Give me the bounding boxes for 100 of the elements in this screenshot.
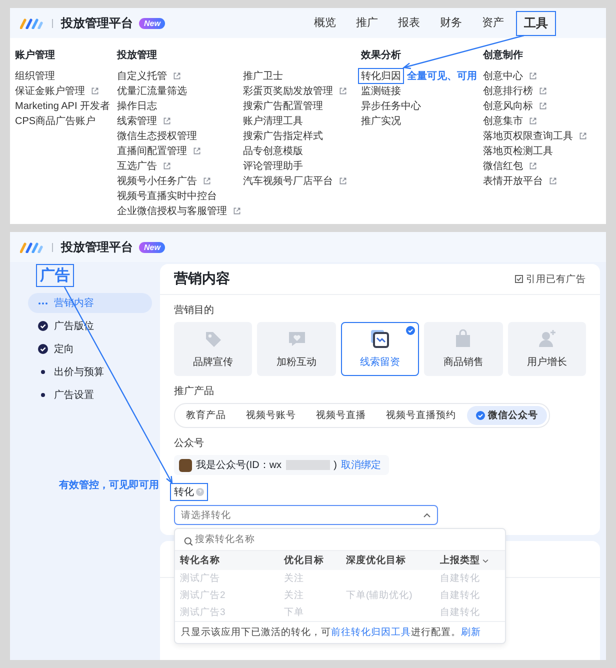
step-label: 出价与预算 bbox=[54, 366, 104, 379]
attribution-tool-link[interactable]: 前往转化归因工具 bbox=[331, 627, 411, 638]
column-header: 优化目标 bbox=[279, 551, 341, 570]
product-tab[interactable]: 视频号直播 bbox=[307, 406, 375, 425]
search-icon bbox=[184, 537, 193, 546]
external-link-icon bbox=[163, 116, 171, 124]
table-cell-text: 关注 bbox=[283, 589, 305, 603]
menu-link[interactable]: 创意风向标 bbox=[480, 98, 536, 114]
external-link-icon bbox=[233, 206, 241, 214]
menu-link[interactable]: Marketing API 开发者 bbox=[12, 98, 114, 114]
annotation-text: 有效管控，可见即可用 bbox=[59, 478, 159, 492]
menu-link[interactable]: 微信红包 bbox=[480, 158, 526, 174]
nav-tab[interactable]: 概览 bbox=[306, 10, 344, 36]
menu-link[interactable]: 创意集市 bbox=[480, 112, 526, 128]
menu-link[interactable]: 搜索广告指定样式 bbox=[240, 128, 326, 144]
step-item[interactable]: 出价与预算 bbox=[28, 362, 152, 382]
platform-title: 投放管理平台 bbox=[61, 14, 133, 32]
menu-heading: 账户管理 bbox=[15, 48, 56, 62]
menu-link[interactable]: 视频号直播实时中控台 bbox=[114, 188, 220, 204]
nav-tab[interactable]: 资产 bbox=[474, 10, 512, 36]
account-name-end: ) bbox=[334, 460, 337, 470]
external-link-icon bbox=[539, 86, 547, 94]
nav-tab[interactable]: 工具 bbox=[516, 10, 556, 36]
table-cell-text: 自建转化 bbox=[439, 606, 481, 620]
step-dot bbox=[41, 393, 45, 397]
menu-link[interactable]: 自定义托管 bbox=[114, 68, 170, 84]
field-label: 公众号 bbox=[174, 437, 205, 450]
platform-title: 投放管理平台 bbox=[61, 238, 133, 256]
menu-link[interactable]: 直播间配置管理 bbox=[114, 142, 190, 158]
unbind-link[interactable]: 取消绑定 bbox=[340, 458, 381, 472]
column-header[interactable]: 上报类型 bbox=[435, 551, 505, 570]
menu-link[interactable]: 账户清理工具 bbox=[240, 112, 306, 128]
table-cell-text: 测试广告2 bbox=[179, 589, 226, 603]
menu-link[interactable]: 推广实况 bbox=[358, 112, 404, 128]
menu-link[interactable]: 表情开放平台 bbox=[480, 172, 546, 188]
footer-note: 只显示该应用下已激活的转化，可前往转化归因工具进行配置。刷新 bbox=[175, 621, 505, 643]
menu-link[interactable]: 落地页检测工具 bbox=[480, 142, 556, 158]
step-item[interactable]: 定向 bbox=[28, 339, 152, 359]
table-cell-text: 自建转化 bbox=[439, 572, 481, 586]
form-icon bbox=[370, 329, 390, 349]
goal-option[interactable]: 加粉互动 bbox=[257, 322, 336, 376]
logo-icon bbox=[20, 17, 44, 29]
tag-icon bbox=[203, 329, 224, 349]
menu-link[interactable]: 监测链接 bbox=[358, 82, 404, 98]
product-tab[interactable]: 视频号直播预约 bbox=[377, 406, 465, 425]
menu-link[interactable]: 落地页权限查询工具 bbox=[480, 128, 576, 144]
goal-option[interactable]: 商品销售 bbox=[424, 322, 503, 376]
product-tab[interactable]: 教育产品 bbox=[177, 406, 235, 425]
section-title: 营销内容 bbox=[174, 270, 230, 288]
menu-link[interactable]: 评论管理助手 bbox=[240, 158, 306, 174]
menu-heading: 效果分析 bbox=[361, 48, 402, 62]
external-link-icon bbox=[203, 176, 211, 184]
external-link-icon bbox=[529, 72, 537, 80]
menu-link[interactable]: 彩蛋页奖励发放管理 bbox=[240, 82, 336, 98]
check-circle-icon bbox=[38, 321, 48, 331]
external-link-icon bbox=[163, 162, 171, 170]
menu-link[interactable]: 视频号小任务广告 bbox=[114, 172, 200, 188]
menu-link[interactable]: 微信生态授权管理 bbox=[114, 128, 200, 144]
menu-link[interactable]: 组织管理 bbox=[12, 68, 58, 84]
nav-tab[interactable]: 推广 bbox=[348, 10, 386, 36]
menu-link[interactable]: 转化归因 bbox=[358, 68, 404, 84]
menu-link[interactable]: 企业微信授权与客服管理 bbox=[114, 202, 230, 218]
step-dot bbox=[41, 370, 45, 374]
nav-tab[interactable]: 报表 bbox=[390, 10, 428, 36]
menu-link[interactable]: 异步任务中心 bbox=[358, 98, 424, 114]
menu-link[interactable]: 创意排行榜 bbox=[480, 82, 536, 98]
menu-link[interactable]: 线索管理 bbox=[114, 112, 160, 128]
menu-link[interactable]: 推广卫士 bbox=[240, 68, 286, 84]
menu-link[interactable]: 操作日志 bbox=[114, 98, 160, 114]
external-link-icon bbox=[339, 176, 347, 184]
logo-icon bbox=[20, 241, 44, 253]
external-link-icon bbox=[539, 102, 547, 110]
goal-option[interactable]: 用户增长 bbox=[508, 322, 586, 376]
product-tab[interactable]: 微信公众号 bbox=[467, 406, 547, 425]
menu-link[interactable]: 搜索广告配置管理 bbox=[240, 98, 326, 114]
conversion-select[interactable]: 请选择转化 bbox=[174, 505, 438, 525]
menu-link[interactable]: 保证金账户管理 bbox=[12, 82, 88, 98]
field-label: 营销目的 bbox=[174, 304, 215, 317]
external-link-icon bbox=[339, 86, 347, 94]
product-tab[interactable]: 视频号账号 bbox=[237, 406, 305, 425]
reference-ad-button[interactable]: 引用已有广告 bbox=[515, 272, 586, 286]
menu-heading: 创意制作 bbox=[483, 48, 524, 62]
new-badge: New bbox=[139, 18, 166, 28]
external-link-icon bbox=[529, 116, 537, 124]
menu-link[interactable]: 汽车视频号厂店平台 bbox=[240, 172, 336, 188]
menu-link[interactable]: 互选广告 bbox=[114, 158, 160, 174]
step-item[interactable]: 广告设置 bbox=[28, 385, 152, 405]
menu-heading: 投放管理 bbox=[117, 48, 158, 62]
external-link-icon bbox=[549, 176, 557, 184]
refresh-link[interactable]: 刷新 bbox=[461, 627, 481, 638]
external-link-icon bbox=[91, 86, 99, 94]
goal-option[interactable]: 品牌宣传 bbox=[174, 322, 252, 376]
annotation-text: 全量可见、可用 bbox=[407, 70, 477, 82]
menu-link[interactable]: 品专创意模版 bbox=[240, 142, 306, 158]
menu-link[interactable]: CPS商品广告账户 bbox=[12, 112, 99, 128]
nav-tab[interactable]: 财务 bbox=[432, 10, 470, 36]
external-link-icon bbox=[529, 162, 537, 170]
menu-link[interactable]: 优量汇流量筛选 bbox=[114, 82, 190, 98]
goal-option[interactable]: 线索留资 bbox=[340, 322, 420, 376]
menu-link[interactable]: 创意中心 bbox=[480, 68, 526, 84]
